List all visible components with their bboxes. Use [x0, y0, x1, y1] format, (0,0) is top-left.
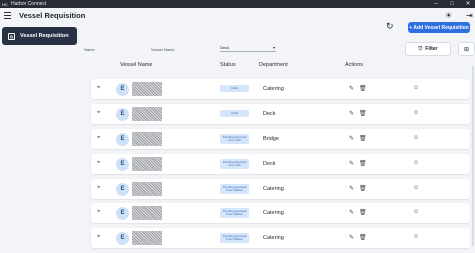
message-icon[interactable]: ☺	[413, 209, 419, 215]
delete-icon[interactable]: 🗑	[359, 234, 367, 241]
table-row[interactable]: ⌖ E Pending Approval From Master Catering ✎ 🗑…	[91, 179, 470, 199]
message-icon[interactable]: ☺	[413, 160, 419, 166]
delete-icon[interactable]: 🗑	[359, 110, 367, 117]
filter-button-label: Filter	[425, 46, 438, 52]
app-name: Harbor Connect	[11, 1, 47, 7]
department-select[interactable]: Deck ▾	[220, 45, 276, 52]
pin-icon[interactable]: ⌖	[97, 85, 100, 92]
delete-icon[interactable]: 🗑	[359, 135, 367, 142]
app-header: Vessel Requisition ☀ ⇥	[0, 8, 475, 25]
column-header-status: Status	[220, 62, 236, 68]
department-cell: Deck	[263, 111, 276, 117]
edit-icon[interactable]: ✎	[349, 85, 354, 92]
redacted-vessel-name	[132, 206, 162, 220]
close-window-button[interactable]: ✕	[462, 0, 474, 8]
status-badge: Draft	[220, 110, 249, 117]
column-header-department: Department	[259, 62, 288, 68]
view-options-button[interactable]: ⊞	[458, 42, 475, 56]
edit-icon[interactable]: ✎	[349, 135, 354, 142]
avatar: E	[116, 183, 129, 196]
department-cell: Catering	[263, 210, 284, 216]
department-cell: Catering	[263, 86, 284, 92]
requisition-icon: ▤	[8, 32, 15, 40]
avatar: E	[116, 232, 129, 245]
redacted-vessel-name	[132, 107, 162, 121]
pin-icon[interactable]: ⌖	[97, 135, 100, 142]
message-icon[interactable]: ☺	[413, 185, 419, 191]
department-cell: Bridge	[263, 136, 279, 142]
edit-icon[interactable]: ✎	[349, 160, 354, 167]
department-select-value: Deck	[220, 45, 230, 50]
avatar: E	[116, 133, 129, 146]
column-header-actions: Actions	[345, 62, 364, 68]
delete-icon[interactable]: 🗑	[359, 209, 367, 216]
hamburger-menu-icon[interactable]	[4, 12, 11, 20]
grid-view-icon: ⊞	[463, 46, 470, 53]
app-logo-icon: HC	[2, 1, 8, 7]
pin-icon[interactable]: ⌖	[97, 110, 100, 117]
column-header-vessel-name: Vessel Name	[120, 62, 153, 68]
delete-icon[interactable]: 🗑	[359, 185, 367, 192]
table-row[interactable]: ⌖ E Pending Approval From Master Catering ✎ 🗑…	[91, 228, 470, 248]
filter-icon: ⛉	[418, 46, 423, 52]
avatar: E	[116, 108, 129, 121]
table-row[interactable]: ⌖ E Draft Deck ✎ 🗑 ☺	[91, 104, 470, 124]
department-cell: Deck	[263, 161, 276, 167]
delete-icon[interactable]: 🗑	[359, 160, 367, 167]
edit-icon[interactable]: ✎	[349, 234, 354, 241]
sidebar-item-vessel-requisition[interactable]: ▤ Vessel Requisition	[2, 27, 77, 45]
add-vessel-requisition-button[interactable]: + Add Vessel Requisition	[408, 22, 470, 33]
window-titlebar: HC Harbor Connect – □ ✕	[0, 0, 475, 8]
redacted-vessel-name	[132, 182, 162, 196]
page-title: Vessel Requisition	[19, 11, 86, 20]
avatar: E	[116, 83, 129, 96]
sidebar-item-label: Vessel Requisition	[20, 33, 69, 39]
avatar: E	[116, 158, 129, 171]
scrollbar[interactable]	[472, 66, 474, 246]
redacted-vessel-name	[132, 231, 162, 245]
edit-icon[interactable]: ✎	[349, 185, 354, 192]
maximize-button[interactable]: □	[446, 0, 458, 8]
table-row[interactable]: ⌖ E Draft Catering ✎ 🗑 ☺	[91, 79, 470, 99]
filter-button[interactable]: ⛉ Filter	[405, 42, 451, 56]
status-badge: Pending Approval From Master	[220, 208, 249, 218]
theme-toggle-icon[interactable]: ☀	[445, 11, 452, 20]
pin-icon[interactable]: ⌖	[97, 234, 100, 241]
department-cell: Catering	[263, 235, 284, 241]
avatar: E	[116, 207, 129, 220]
table-row[interactable]: ⌖ E Pending Approval From Master Catering ✎ 🗑…	[91, 203, 470, 223]
delete-icon[interactable]: 🗑	[359, 85, 367, 92]
logout-icon[interactable]: ⇥	[466, 11, 473, 20]
message-icon[interactable]: ☺	[413, 135, 419, 141]
table-row[interactable]: ⌖ E Pending Approval From AM Deck ✎ 🗑 ☺	[91, 154, 470, 174]
status-badge: Draft	[220, 85, 249, 92]
status-badge: Pending Approval From AM	[220, 159, 249, 169]
sidebar: ▤ Vessel Requisition	[0, 25, 80, 253]
message-icon[interactable]: ☺	[413, 110, 419, 116]
redacted-vessel-name	[132, 82, 162, 96]
refresh-icon[interactable]: ↻	[386, 21, 394, 32]
vessel-name-filter-label[interactable]: Vessel Name	[151, 47, 175, 52]
name-filter-label[interactable]: Name	[84, 47, 95, 52]
pin-icon[interactable]: ⌖	[97, 185, 100, 192]
minimize-button[interactable]: –	[430, 0, 442, 8]
edit-icon[interactable]: ✎	[349, 110, 354, 117]
message-icon[interactable]: ☺	[413, 85, 419, 91]
department-cell: Catering	[263, 186, 284, 192]
status-badge: Pending Approval From Master	[220, 233, 249, 243]
pin-icon[interactable]: ⌖	[97, 160, 100, 167]
message-icon[interactable]: ☺	[413, 234, 419, 240]
status-badge: Pending Approval From Master	[220, 184, 249, 194]
redacted-vessel-name	[132, 132, 162, 146]
table-row[interactable]: ⌖ E Pending Approval From AM Bridge ✎ 🗑 ☺	[91, 129, 470, 149]
chevron-down-icon: ▾	[272, 45, 275, 50]
edit-icon[interactable]: ✎	[349, 209, 354, 216]
status-badge: Pending Approval From AM	[220, 134, 249, 144]
pin-icon[interactable]: ⌖	[97, 209, 100, 216]
redacted-vessel-name	[132, 157, 162, 171]
